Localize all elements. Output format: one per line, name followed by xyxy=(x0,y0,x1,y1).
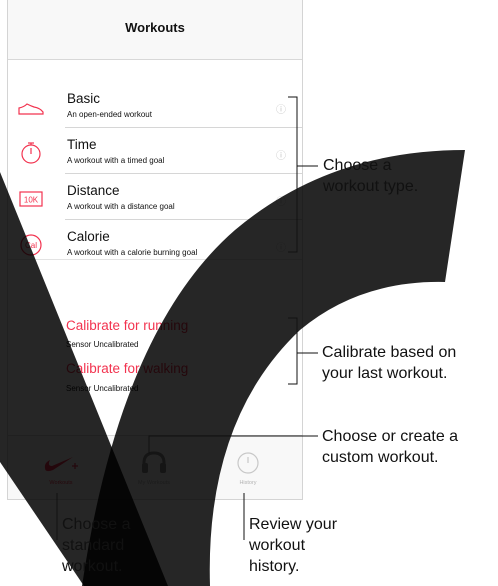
calibration-status: Sensor Uncalibrated xyxy=(66,384,139,393)
svg-text:Cal: Cal xyxy=(25,241,37,250)
tab-label: My Workouts xyxy=(138,480,170,486)
tab-label: History xyxy=(239,480,257,486)
divider xyxy=(65,127,302,128)
workout-subtitle: An open-ended workout xyxy=(67,110,152,119)
workout-subtitle: A workout with a calorie burning goal xyxy=(67,248,198,257)
tab-label: Workouts xyxy=(49,480,73,486)
shoe-icon xyxy=(18,103,44,115)
tab-workouts[interactable]: Workouts xyxy=(16,436,106,500)
workout-row-calorie[interactable]: Cal Calorie A workout with a calorie bur… xyxy=(8,226,302,266)
workout-row-basic[interactable]: Basic An open-ended workout ⓘ xyxy=(8,88,302,128)
tab-history[interactable]: History xyxy=(203,436,293,500)
calibrate-running-link[interactable]: Calibrate for running xyxy=(66,318,188,333)
divider xyxy=(65,219,302,220)
workout-title: Calorie xyxy=(67,229,110,244)
workout-subtitle: A workout with a distance goal xyxy=(67,202,175,211)
callout-custom-workout: Choose or create a custom workout. xyxy=(322,428,459,466)
distance-10k-icon: 10K xyxy=(19,191,43,207)
workout-title: Time xyxy=(67,137,97,152)
workout-row-time[interactable]: Time A workout with a timed goal ⓘ xyxy=(8,134,302,174)
workout-title: Basic xyxy=(67,91,101,106)
divider xyxy=(65,173,302,174)
nike-swoosh-plus-icon xyxy=(44,457,78,472)
workout-subtitle: A workout with a timed goal xyxy=(67,156,165,165)
section-divider xyxy=(8,259,302,260)
info-icon[interactable]: ⓘ xyxy=(276,239,286,254)
callout-calibrate: Calibrate based on your last workout. xyxy=(322,344,457,382)
callout-history: Review your workout history. xyxy=(249,516,338,575)
info-icon[interactable]: ⓘ xyxy=(276,101,286,116)
page-title: Workouts xyxy=(125,20,185,35)
workout-title: Distance xyxy=(67,183,120,198)
tab-my-workouts[interactable]: My Workouts xyxy=(109,436,199,500)
workout-row-distance[interactable]: 10K Distance A workout with a distance g… xyxy=(8,180,302,220)
calorie-icon: Cal xyxy=(20,234,42,256)
headphones-icon xyxy=(142,451,166,473)
tab-bar: Workouts My Workouts History xyxy=(8,435,302,499)
svg-text:10K: 10K xyxy=(24,196,39,205)
callout-standard-workout: Choose a standard workout. xyxy=(62,516,131,575)
callout-workout-type: Choose a workout type. xyxy=(323,157,419,195)
history-icon xyxy=(237,452,259,474)
calibrate-walking-link[interactable]: Calibrate for walking xyxy=(66,361,188,376)
navigation-bar: Workouts xyxy=(8,0,302,60)
stopwatch-icon xyxy=(21,142,41,164)
calibration-status: Sensor Uncalibrated xyxy=(66,340,139,349)
info-icon[interactable]: ⓘ xyxy=(276,193,286,208)
phone-screen: Workouts Basic An open-ended workout ⓘ T… xyxy=(7,0,303,500)
info-icon[interactable]: ⓘ xyxy=(276,147,286,162)
